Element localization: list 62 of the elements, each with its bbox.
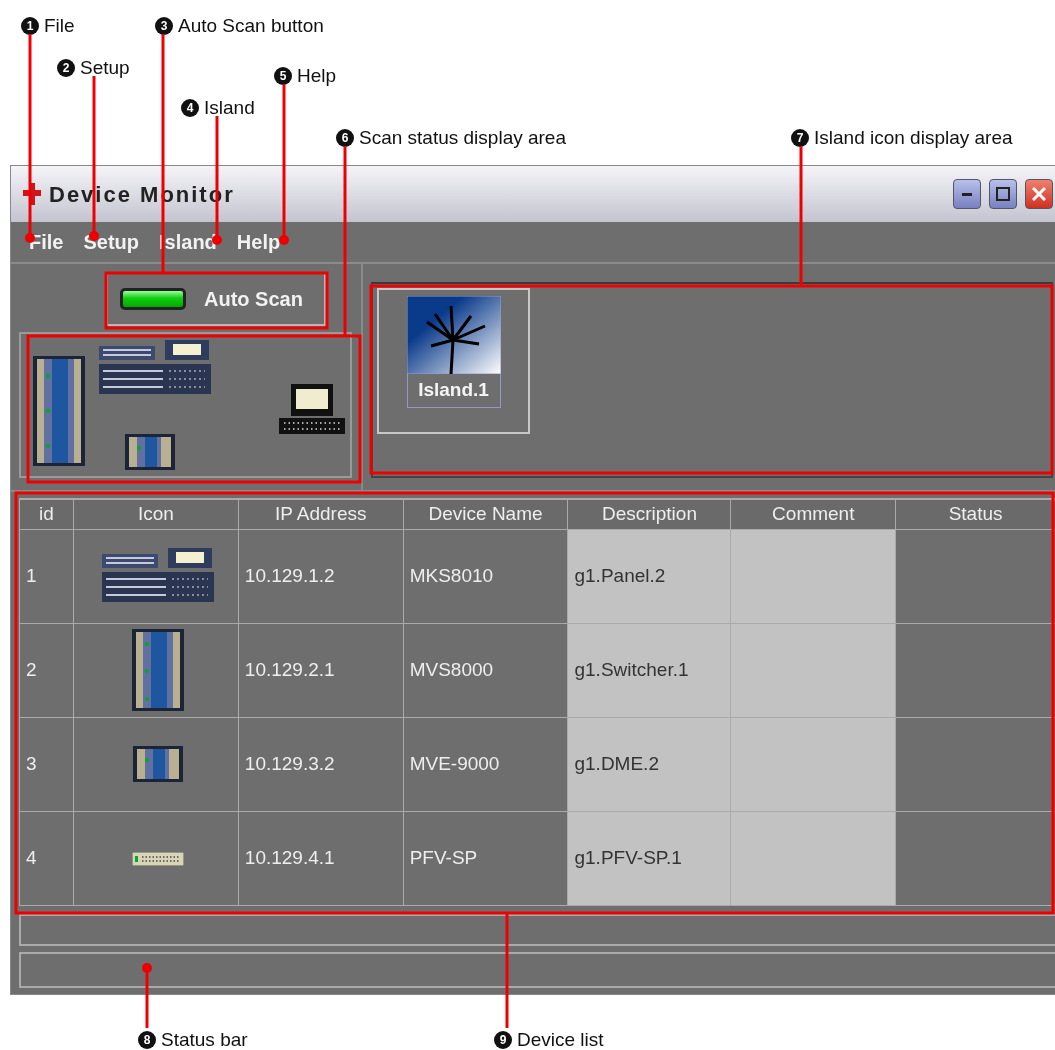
table-cell: g1.DME.2 [568,717,731,811]
column-header[interactable]: IP Address [238,499,404,529]
computer-icon [279,384,345,434]
table-cell: 10.129.1.2 [238,529,404,623]
table-cell: g1.PFV-SP.1 [568,811,731,905]
island-tile[interactable]: Island.1 [377,288,530,434]
callout-number: 6 [336,129,354,148]
callout-label: Status bar [161,1028,248,1050]
rack-icon [131,629,184,711]
callout-label: Auto Scan button [178,14,324,38]
callout-label: Help [297,64,337,88]
close-button[interactable] [1025,179,1053,209]
table-cell: 10.129.2.1 [238,623,404,717]
app-icon [23,183,41,205]
minimize-icon [962,192,972,196]
table-cell: 10.129.3.2 [238,717,404,811]
column-header[interactable]: Icon [73,499,239,529]
callout-label: File [44,14,75,38]
callout-number: 7 [791,129,809,148]
table-cell: 10.129.4.1 [238,811,404,905]
minimize-button[interactable] [953,179,981,209]
column-header[interactable]: id [19,499,74,529]
callout-label: Island [204,96,255,120]
callout-label: Setup [80,56,130,80]
callout-number: 2 [57,59,75,78]
close-icon [1032,187,1046,201]
strip-icon [131,851,184,866]
table-cell: 2 [19,623,74,717]
maximize-button[interactable] [989,179,1017,209]
table-cell: MVS8000 [403,623,568,717]
module-icon [132,746,183,782]
maximize-icon [996,187,1010,201]
callout-number: 4 [181,99,199,118]
column-header[interactable]: Device Name [403,499,568,529]
callout-number: 3 [155,17,173,36]
table-cell: g1.Panel.2 [568,529,731,623]
table-cell: MVE-9000 [403,717,568,811]
callout-label: Device list [517,1028,604,1050]
table-cell: MKS8010 [403,529,568,623]
callout-number: 1 [21,17,39,36]
table-cell: 1 [19,529,74,623]
rack-icon [33,356,85,466]
column-header[interactable]: Comment [730,499,896,529]
menu-item[interactable]: Help [226,223,291,261]
palm-tree-icon [406,296,501,374]
auto-scan-button[interactable]: Auto Scan [106,272,326,326]
column-header[interactable]: Status [895,499,1055,529]
table-cell: PFV-SP [403,811,568,905]
callout-number: 9 [494,1031,512,1050]
table-cell: g1.Switcher.1 [568,623,731,717]
callout-number: 5 [274,67,292,86]
console-icon [101,548,214,604]
callout-label: Scan status display area [359,126,566,150]
console-icon [99,340,211,396]
leader-line [142,963,152,1028]
menu-item[interactable]: Setup [73,223,149,261]
table-cell: 4 [19,811,74,905]
column-header[interactable]: Description [568,499,731,529]
table-cell: 3 [19,717,74,811]
callout-label: Island icon display area [814,126,1013,150]
callout-number: 8 [138,1031,156,1050]
module-icon [125,434,175,470]
